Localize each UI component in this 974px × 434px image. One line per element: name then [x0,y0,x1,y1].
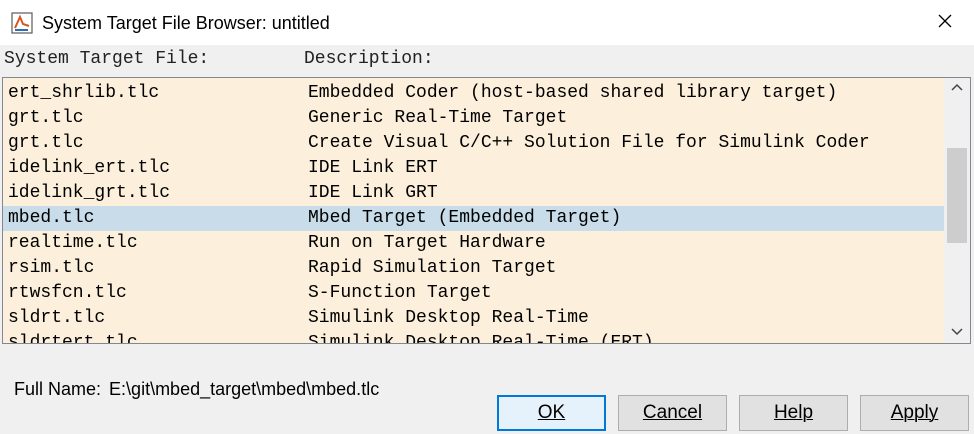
window-title: System Target File Browser: untitled [42,13,330,33]
list-item-description: Embedded Coder (host-based shared librar… [308,83,838,103]
list-item-file: mbed.tlc [8,208,95,228]
help-button[interactable]: Help [739,395,848,431]
list-item-description: Generic Real-Time Target [308,108,568,128]
list-item-description: Create Visual C/C++ Solution File for Si… [308,133,870,153]
list-item-file: idelink_ert.tlc [8,158,171,178]
full-name-label: Full Name: [14,379,102,399]
list-item-description: IDE Link GRT [308,183,438,203]
list-item[interactable]: rtwsfcn.tlc S-Function Target [3,281,944,306]
scroll-down-button[interactable] [944,323,970,343]
list-item-file: rsim.tlc [8,258,95,278]
list-item-file: grt.tlc [8,133,84,153]
list-item-file: rtwsfcn.tlc [8,283,127,303]
list-item-file: idelink_grt.tlc [8,183,171,203]
scroll-up-button[interactable] [944,78,970,98]
list-item[interactable]: grt.tlc Generic Real-Time Target [3,106,944,131]
close-button[interactable] [928,8,962,38]
chevron-up-icon[interactable] [950,79,964,97]
vertical-scrollbar[interactable] [944,78,970,343]
target-file-list[interactable]: ert_shrlib.tlc Embedded Coder (host-based… [2,77,971,344]
list-item-description: IDE Link ERT [308,158,438,178]
list-item-description: Mbed Target (Embedded Target) [308,208,622,228]
list-item-file: sldrtert.tlc [8,333,138,344]
simulink-icon [11,12,33,34]
list-item[interactable]: realtime.tlc Run on Target Hardware [3,231,944,256]
apply-button-label: Apply [890,402,939,423]
list-item-file: realtime.tlc [8,233,138,253]
apply-button[interactable]: Apply [860,395,969,431]
list-item-description: Simulink Desktop Real-Time [308,308,589,328]
column-header-description: Description: [304,49,434,69]
list-item-description: S-Function Target [308,283,492,303]
title-bar: System Target File Browser: untitled [0,0,974,45]
list-item-file: ert_shrlib.tlc [8,83,160,103]
list-item-description: Rapid Simulation Target [308,258,557,278]
target-file-list-rows: ert_shrlib.tlc Embedded Coder (host-based… [3,81,944,344]
list-item-file: sldrt.tlc [8,308,106,328]
help-button-label: Help [773,402,814,423]
scrollbar-thumb[interactable] [947,148,967,243]
cancel-button[interactable]: Cancel [618,395,727,431]
full-name-display: Full Name: E:\git\mbed_target\mbed\mbed.t… [4,358,379,400]
list-item[interactable]: mbed.tlc Mbed Target (Embedded Target) [3,206,944,231]
close-icon[interactable] [937,13,953,34]
full-name-value: E:\git\mbed_target\mbed\mbed.tlc [109,379,380,399]
list-item[interactable]: grt.tlc Create Visual C/C++ Solution File… [3,131,944,156]
column-headers: System Target File: Description: [0,45,974,77]
list-item-file: grt.tlc [8,108,84,128]
list-item[interactable]: rsim.tlc Rapid Simulation Target [3,256,944,281]
list-item[interactable]: idelink_grt.tlc IDE Link GRT [3,181,944,206]
list-item-description: Run on Target Hardware [308,233,546,253]
column-header-file: System Target File: [4,49,210,69]
list-item[interactable]: sldrt.tlc Simulink Desktop Real-Time [3,306,944,331]
list-item[interactable]: ert_shrlib.tlc Embedded Coder (host-based… [3,81,944,106]
ok-button-label: OK [537,402,566,423]
cancel-button-label: Cancel [642,402,703,423]
list-item[interactable]: sldrtert.tlc Simulink Desktop Real-Time (… [3,331,944,344]
ok-button[interactable]: OK [497,395,606,431]
list-item[interactable]: idelink_ert.tlc IDE Link ERT [3,156,944,181]
list-item-description: Simulink Desktop Real-Time (ERT) [308,333,654,344]
chevron-down-icon[interactable] [950,324,964,342]
